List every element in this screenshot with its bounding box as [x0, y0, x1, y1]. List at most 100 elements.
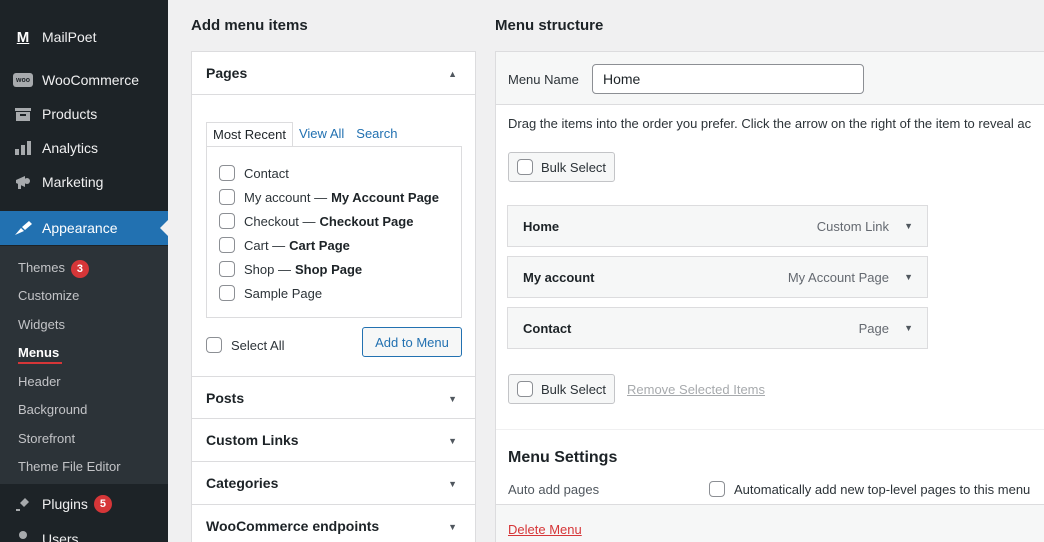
accordion-posts-header[interactable]: Posts ▼: [192, 376, 475, 419]
submenu-item-storefront[interactable]: Storefront: [18, 429, 75, 449]
sidebar-item-label: Analytics: [42, 140, 99, 156]
accordion-title: WooCommerce endpoints: [206, 518, 380, 534]
update-count-badge: 5: [93, 495, 112, 513]
add-to-menu-button[interactable]: Add to Menu: [362, 327, 462, 357]
submenu-item-menus[interactable]: Menus: [18, 343, 59, 363]
sidebar-item-products[interactable]: Products: [0, 97, 168, 131]
checkbox[interactable]: [219, 261, 235, 277]
sidebar-item-mailpoet[interactable]: M MailPoet: [0, 20, 168, 54]
checkbox[interactable]: [219, 285, 235, 301]
menu-item-type: My Account Page: [787, 269, 889, 285]
sidebar-item-marketing[interactable]: Marketing: [0, 165, 168, 199]
auto-add-pages-label: Auto add pages: [508, 482, 600, 497]
sidebar-item-label: Marketing: [42, 174, 104, 190]
divider: [496, 429, 1044, 430]
sidebar-item-label: MailPoet: [42, 29, 97, 45]
delete-menu-link[interactable]: Delete Menu: [508, 522, 582, 537]
menu-item-contact[interactable]: Contact Page ▼: [507, 307, 928, 349]
tab-most-recent[interactable]: Most Recent: [206, 122, 293, 147]
sidebar-item-label: Appearance: [42, 220, 118, 236]
admin-sidebar: M MailPoet woo WooCommerce Products Anal…: [0, 0, 168, 542]
products-icon: [12, 104, 34, 124]
expand-arrow-icon[interactable]: ▼: [904, 272, 913, 282]
accordion-title: Custom Links: [206, 432, 299, 448]
checkbox[interactable]: [206, 337, 222, 353]
checkbox: [517, 381, 533, 397]
tab-view-all[interactable]: View All: [293, 122, 350, 147]
checkbox[interactable]: [219, 189, 235, 205]
drag-instructions: Drag the items into the order you prefer…: [508, 116, 1032, 131]
menu-name-bar: Menu Name Home: [496, 52, 1044, 105]
select-all-checkbox[interactable]: Select All: [206, 337, 284, 353]
accordion-title: Categories: [206, 475, 279, 491]
sidebar-item-label: Plugins: [42, 496, 88, 512]
menu-structure-title: Menu structure: [495, 17, 604, 34]
submenu-item-background[interactable]: Background: [18, 400, 87, 420]
accordion-title: Posts: [206, 389, 245, 406]
expand-arrow-icon: ▼: [448, 522, 457, 532]
sidebar-item-label: WooCommerce: [42, 72, 139, 88]
accordion-custom-links-header[interactable]: Custom Links ▼: [192, 419, 475, 462]
expand-arrow-icon: ▼: [448, 394, 457, 404]
page-option-my-account[interactable]: My account — My Account Page: [219, 189, 439, 205]
appearance-submenu: Themes 3 Customize Widgets Menus Header B…: [0, 246, 168, 484]
expand-arrow-icon[interactable]: ▼: [904, 323, 913, 333]
add-menu-items-title: Add menu items: [191, 17, 308, 34]
sidebar-item-plugins[interactable]: Plugins 5: [0, 487, 168, 521]
add-menu-items-panel: Pages ▲ Most Recent View All Search Cont…: [191, 51, 476, 542]
expand-arrow-icon: ▼: [448, 436, 457, 446]
menu-item-type: Custom Link: [816, 218, 889, 234]
auto-add-pages-checkbox[interactable]: Automatically add new top-level pages to…: [709, 481, 1030, 497]
checkbox[interactable]: [219, 165, 235, 181]
submenu-item-customize[interactable]: Customize: [18, 286, 79, 306]
expand-arrow-icon[interactable]: ▼: [904, 221, 913, 231]
menu-settings-title: Menu Settings: [508, 449, 618, 466]
checkbox[interactable]: [219, 213, 235, 229]
page-option-sample-page[interactable]: Sample Page: [219, 285, 326, 301]
submenu-item-themes[interactable]: Themes 3: [18, 258, 89, 278]
accordion-pages-header[interactable]: Pages ▲: [192, 52, 475, 95]
current-menu-arrow: [160, 220, 168, 236]
plugins-icon: [12, 494, 34, 514]
collapse-arrow-icon: ▲: [448, 69, 457, 79]
update-count-badge: 3: [70, 260, 89, 278]
checkbox[interactable]: [219, 237, 235, 253]
page-option-cart[interactable]: Cart — Cart Page: [219, 237, 350, 253]
expand-arrow-icon: ▼: [448, 479, 457, 489]
submenu-item-header[interactable]: Header: [18, 372, 61, 392]
page-option-checkout[interactable]: Checkout — Checkout Page: [219, 213, 413, 229]
sidebar-item-woocommerce[interactable]: woo WooCommerce: [0, 63, 168, 97]
accordion-title: Pages: [206, 65, 248, 81]
analytics-icon: [12, 138, 34, 158]
menu-name-label: Menu Name: [508, 72, 579, 87]
menu-item-my-account[interactable]: My account My Account Page ▼: [507, 256, 928, 298]
remove-selected-items-link[interactable]: Remove Selected Items: [627, 382, 765, 397]
menu-footer: Delete Menu: [496, 504, 1044, 542]
sidebar-item-users[interactable]: Users: [0, 522, 168, 542]
current-submenu-underline: [18, 362, 62, 364]
tab-search[interactable]: Search: [350, 122, 403, 147]
accordion-categories-header[interactable]: Categories ▼: [192, 462, 475, 505]
submenu-item-theme-file-editor[interactable]: Theme File Editor: [18, 457, 121, 477]
bulk-select-button[interactable]: Bulk Select: [508, 152, 616, 182]
sidebar-item-label: Products: [42, 106, 98, 122]
menu-item-home[interactable]: Home Custom Link ▼: [507, 205, 928, 247]
accordion-woocommerce-endpoints-header[interactable]: WooCommerce endpoints ▼: [192, 505, 475, 542]
checkbox: [517, 159, 533, 175]
sidebar-item-analytics[interactable]: Analytics: [0, 131, 168, 165]
sidebar-item-appearance[interactable]: Appearance: [0, 211, 168, 245]
page-option-shop[interactable]: Shop — Shop Page: [219, 261, 362, 277]
submenu-item-widgets[interactable]: Widgets: [18, 315, 65, 335]
checkbox[interactable]: [709, 481, 725, 497]
menu-item-title: Contact: [523, 320, 572, 336]
pages-tabs: Most Recent View All Search: [206, 122, 403, 147]
menu-item-title: Home: [523, 218, 560, 234]
page-option-contact[interactable]: Contact: [219, 165, 293, 181]
marketing-icon: [12, 172, 34, 192]
bulk-select-button-bottom[interactable]: Bulk Select: [508, 374, 616, 404]
menu-item-type: Page: [858, 320, 889, 336]
appearance-icon: [12, 218, 34, 238]
menu-name-input[interactable]: Home: [592, 64, 864, 94]
menu-item-title: My account: [523, 269, 595, 285]
sidebar-item-label: Users: [42, 531, 79, 542]
